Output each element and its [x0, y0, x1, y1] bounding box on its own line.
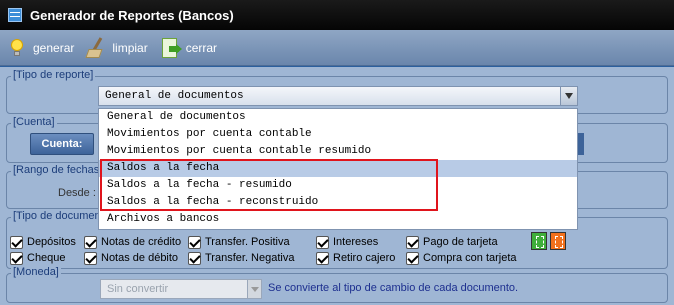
checkbox[interactable] [316, 251, 329, 265]
tipo-reporte-value: General de documentos [105, 90, 244, 102]
check-label: Intereses [333, 236, 379, 248]
limpiar-button[interactable]: limpiar [84, 33, 148, 63]
form-area: [Tipo de reporte] General de documentos … [0, 67, 674, 305]
checkbox[interactable] [10, 235, 23, 249]
moneda-note: Se convierte al tipo de cambio de cada d… [268, 282, 519, 294]
check-intereses[interactable]: Intereses [316, 234, 378, 250]
highlight-annotation-box [100, 159, 438, 211]
check-depositos[interactable]: Depósitos [10, 234, 76, 250]
dropdown-option[interactable]: Movimientos por cuenta contable resumido [99, 143, 577, 160]
cuenta-field[interactable] [578, 133, 584, 155]
tipo-reporte-legend: [Tipo de reporte] [11, 69, 96, 82]
checkbox[interactable] [188, 235, 201, 249]
lightbulb-icon [5, 36, 29, 60]
dropdown-option[interactable]: Movimientos por cuenta contable [99, 126, 577, 143]
check-pago-tarjeta[interactable]: Pago de tarjeta [406, 234, 498, 250]
window-title: Generador de Reportes (Bancos) [30, 7, 234, 23]
check-label: Transfer. Positiva [205, 236, 290, 248]
checkbox[interactable] [84, 235, 97, 249]
rango-fechas-legend: [Rango de fechas [11, 164, 102, 177]
cuenta-button[interactable]: Cuenta: [30, 133, 94, 155]
check-label: Depósitos [27, 236, 76, 248]
cerrar-button[interactable]: cerrar [158, 33, 217, 63]
check-label: Pago de tarjeta [423, 236, 498, 248]
check-transfer-positiva[interactable]: Transfer. Positiva [188, 234, 290, 250]
check-retiro-cajero[interactable]: Retiro cajero [316, 250, 395, 266]
tipo-documento-legend: [Tipo de documen [11, 210, 103, 223]
tipo-reporte-select[interactable]: General de documentos [98, 86, 578, 106]
moneda-value: Sin convertir [107, 283, 169, 295]
chevron-down-icon[interactable] [560, 87, 577, 105]
toolbar: generar limpiar cerrar [0, 30, 674, 66]
deselect-all-icon[interactable] [550, 232, 566, 250]
check-notas-debito[interactable]: Notas de débito [84, 250, 178, 266]
generar-button[interactable]: generar [0, 33, 74, 63]
check-cheque[interactable]: Cheque [10, 250, 66, 266]
cerrar-label: cerrar [185, 40, 218, 55]
title-bar: Generador de Reportes (Bancos) [0, 0, 674, 30]
desde-label: Desde : [58, 187, 96, 199]
exit-icon [158, 36, 182, 60]
select-all-icon[interactable] [531, 232, 547, 250]
check-label: Transfer. Negativa [205, 252, 295, 264]
dropdown-option[interactable]: General de documentos [99, 109, 577, 126]
broom-icon [84, 36, 108, 60]
check-compra-tarjeta[interactable]: Compra con tarjeta [406, 250, 517, 266]
check-label: Retiro cajero [333, 252, 396, 264]
dropdown-option[interactable]: Archivos a bancos [99, 211, 577, 228]
checkbox[interactable] [188, 251, 201, 265]
check-notas-credito[interactable]: Notas de crédito [84, 234, 181, 250]
window-icon [8, 8, 22, 22]
check-label: Cheque [27, 252, 66, 264]
limpiar-label: limpiar [112, 40, 148, 55]
check-label: Notas de débito [101, 252, 179, 264]
check-transfer-negativa[interactable]: Transfer. Negativa [188, 250, 294, 266]
checkbox[interactable] [406, 235, 419, 249]
generar-label: generar [33, 40, 75, 55]
moneda-legend: [Moneda] [11, 266, 61, 279]
cuenta-legend: [Cuenta] [11, 116, 57, 129]
checkbox[interactable] [316, 235, 329, 249]
checkbox[interactable] [10, 251, 23, 265]
checkbox[interactable] [84, 251, 97, 265]
chevron-down-icon[interactable] [247, 280, 261, 298]
moneda-select[interactable]: Sin convertir [100, 279, 262, 299]
check-label: Notas de crédito [101, 236, 182, 248]
checkbox[interactable] [406, 251, 419, 265]
check-label: Compra con tarjeta [423, 252, 517, 264]
